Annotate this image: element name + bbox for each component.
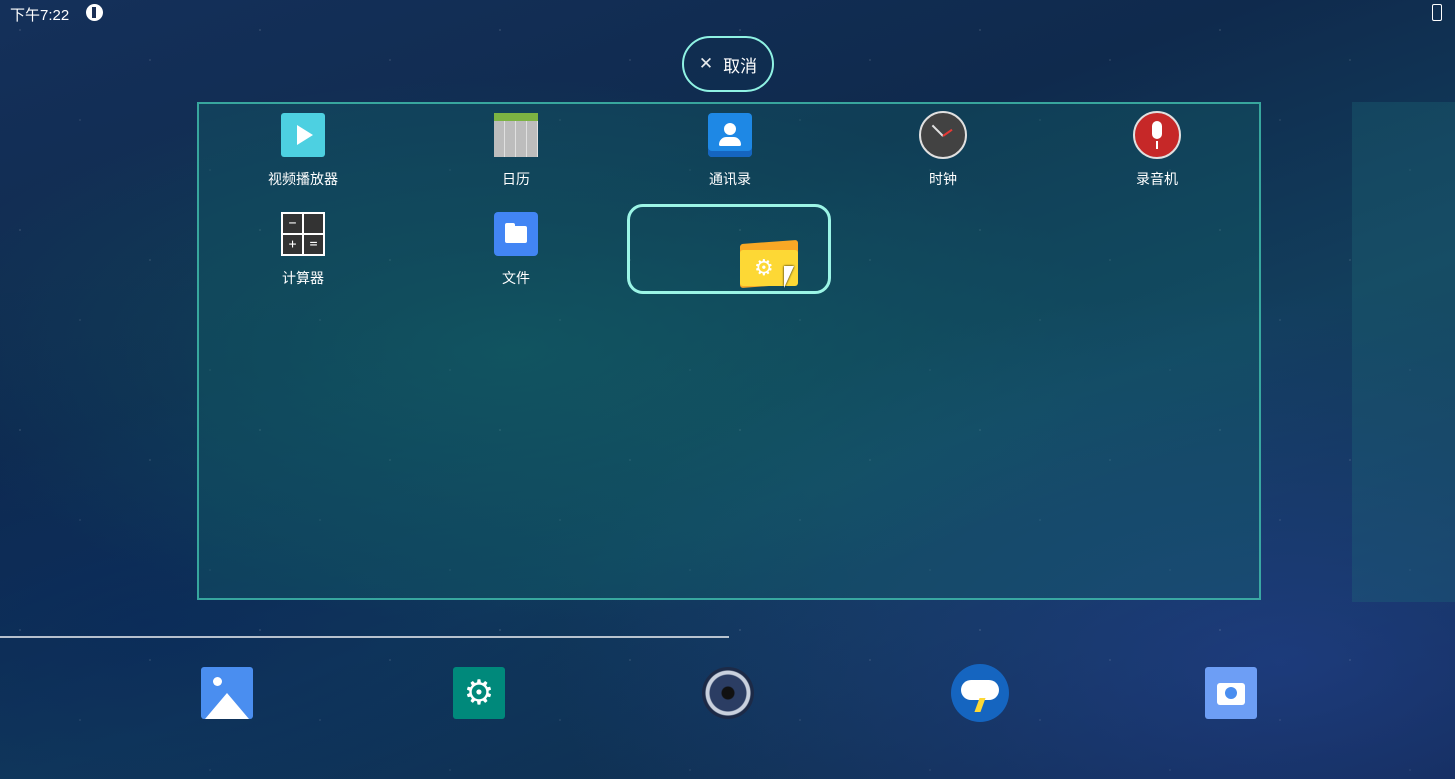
battery-icon xyxy=(1432,4,1442,21)
app-label: 时钟 xyxy=(929,172,957,188)
close-icon: ✕ xyxy=(698,54,714,74)
p-circle-icon xyxy=(86,4,103,21)
app-label: 通讯录 xyxy=(709,172,751,188)
gallery-icon[interactable] xyxy=(201,667,253,719)
app-label: 计算器 xyxy=(282,271,324,287)
next-workspace-page[interactable] xyxy=(1352,102,1455,602)
drop-target-folder[interactable] xyxy=(627,204,831,294)
status-time: 下午7:22 xyxy=(10,7,70,24)
app-label: 录音机 xyxy=(1136,172,1178,188)
cancel-label: 取消 xyxy=(723,56,758,77)
mouse-cursor-icon xyxy=(784,266,794,288)
app-recorder[interactable]: 录音机 xyxy=(1087,111,1227,189)
app-label: 日历 xyxy=(502,172,530,188)
app-label: 文件 xyxy=(502,271,530,287)
weather-icon[interactable] xyxy=(951,664,1009,722)
app-contacts[interactable]: 通讯录 xyxy=(660,111,800,189)
music-icon[interactable] xyxy=(702,667,754,719)
page-indicator-line xyxy=(0,636,729,638)
gear-icon: ⚙ xyxy=(754,256,774,281)
app-calendar[interactable]: 日历 xyxy=(446,111,586,189)
status-bar: 下午7:22 xyxy=(0,0,1455,26)
video-player-icon xyxy=(281,113,325,157)
app-label: 视频播放器 xyxy=(268,172,338,188)
camera-icon[interactable] xyxy=(1205,667,1257,719)
files-icon xyxy=(494,212,538,256)
app-clock[interactable]: 时钟 xyxy=(873,111,1013,189)
app-calculator[interactable]: − + = 计算器 xyxy=(233,210,373,288)
clock-icon xyxy=(919,111,967,159)
calendar-icon xyxy=(494,113,538,157)
settings-icon[interactable]: ⚙ xyxy=(453,667,505,719)
cancel-button[interactable]: ✕ 取消 xyxy=(682,36,774,92)
recorder-icon xyxy=(1133,111,1181,159)
app-video-player[interactable]: 视频播放器 xyxy=(233,111,373,189)
app-files[interactable]: 文件 xyxy=(446,210,586,288)
calculator-icon: − + = xyxy=(281,212,325,256)
contacts-icon xyxy=(708,113,752,157)
